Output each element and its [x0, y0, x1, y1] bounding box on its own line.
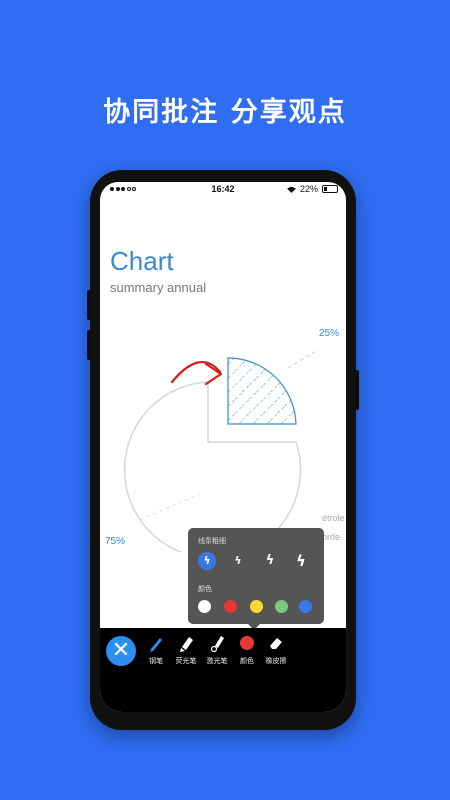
label-left-percent: 75% [105, 536, 126, 547]
side-text: orde [322, 532, 341, 542]
color-swatch-blue[interactable] [299, 600, 312, 613]
color-swatch-yellow[interactable] [250, 600, 263, 613]
color-swatch-white[interactable] [198, 600, 211, 613]
pie-chart-sketch [123, 349, 319, 552]
side-text: étrole [322, 513, 345, 523]
leader-line-top [287, 349, 319, 369]
pie-slice-highlight [227, 357, 297, 425]
stroke-option-bold[interactable]: ϟ [292, 552, 310, 570]
stroke-option-thin[interactable]: ϟ [198, 552, 216, 570]
stroke-width-label: 线条粗细 [198, 537, 226, 545]
phone-frame: 16:42 22% Chart summary annual 25% 75% é… [87, 170, 359, 730]
stroke-option-medium[interactable]: ϟ [229, 552, 247, 570]
close-button[interactable]: ✕ [106, 636, 136, 666]
document-subtitle: summary annual [110, 280, 207, 295]
battery-percent: 22% [299, 184, 318, 194]
volume-button [87, 290, 91, 320]
wifi-icon [287, 186, 296, 193]
label-top-percent: 25% [319, 328, 340, 339]
annotation-toolbar: ✕ 钢笔 荧光笔 激光笔 颜色 橡皮擦 [100, 628, 346, 712]
color-swatch-red[interactable] [224, 600, 237, 613]
volume-button [87, 330, 91, 360]
status-bar: 16:42 22% [100, 182, 346, 198]
color-swatch-green[interactable] [275, 600, 288, 613]
eraser-icon [258, 632, 294, 654]
tool-eraser[interactable]: 橡皮擦 [258, 632, 294, 666]
phone-screen: 16:42 22% Chart summary annual 25% 75% é… [100, 182, 346, 712]
pen-settings-popup: 线条粗细 ϟ ϟ ϟ ϟ 颜色 [188, 528, 324, 630]
power-button [355, 370, 359, 410]
headline: 协同批注 分享观点 [103, 97, 347, 128]
stroke-option-thick[interactable]: ϟ [261, 552, 279, 570]
document-title: Chart [110, 246, 174, 276]
leader-line-left [139, 493, 201, 521]
battery-icon [322, 185, 338, 193]
color-label: 颜色 [198, 585, 212, 593]
